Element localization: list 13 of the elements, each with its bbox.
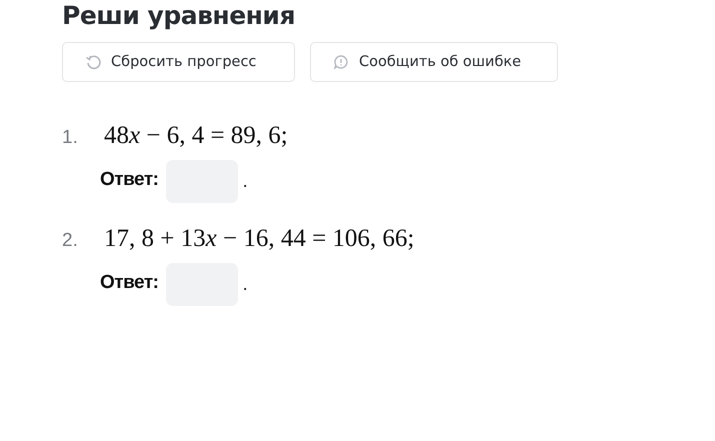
period: . bbox=[242, 274, 248, 296]
item-number: 1. bbox=[62, 127, 79, 149]
speech-bubble-icon bbox=[333, 54, 349, 70]
reset-button[interactable]: Сбросить прогресс bbox=[62, 42, 295, 82]
equation: 48x − 6, 4 = 89, 6; bbox=[104, 122, 288, 150]
period: . bbox=[242, 171, 248, 193]
answer-label: Ответ: bbox=[100, 169, 158, 191]
page-title: Реши уравнения bbox=[62, 0, 296, 30]
item-number: 2. bbox=[62, 230, 79, 252]
answer-label: Ответ: bbox=[100, 272, 158, 294]
reset-icon bbox=[85, 54, 101, 70]
report-button[interactable]: Сообщить об ошибке bbox=[310, 42, 558, 82]
equation: 17, 8 + 13x − 16, 44 = 106, 66; bbox=[104, 225, 414, 253]
